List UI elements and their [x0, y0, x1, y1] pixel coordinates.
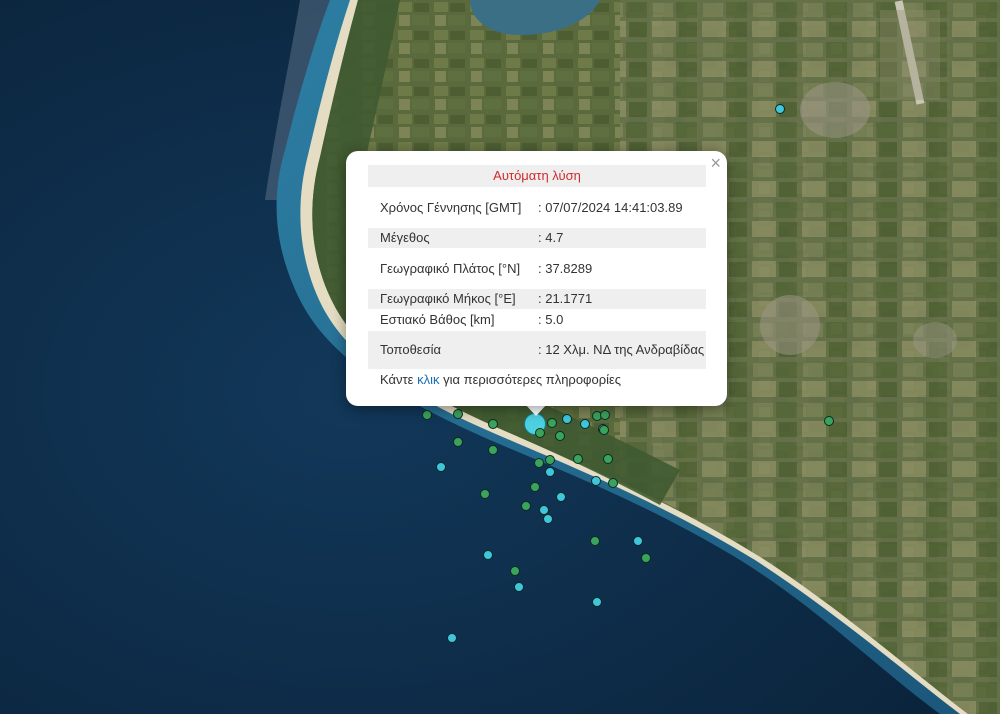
earthquake-marker[interactable]: [510, 566, 520, 576]
earthquake-marker[interactable]: [543, 514, 553, 524]
info-row-origin-time: Χρόνος Γέννησης [GMT] : 07/07/2024 14:41…: [368, 188, 706, 228]
earthquake-marker[interactable]: [422, 410, 432, 420]
earthquake-marker[interactable]: [824, 416, 834, 426]
earthquake-marker[interactable]: [580, 419, 590, 429]
earthquake-marker[interactable]: [534, 458, 544, 468]
info-row-longitude: Γεωγραφικό Μήκος [°E] : 21.1771: [368, 289, 706, 309]
earthquake-marker[interactable]: [562, 414, 572, 424]
popup-title: Αυτόματη λύση: [368, 165, 706, 187]
info-label: Εστιακό Βάθος [km]: [380, 312, 495, 327]
earthquake-marker[interactable]: [599, 425, 609, 435]
earthquake-marker[interactable]: [608, 478, 618, 488]
info-value: : 5.0: [538, 312, 564, 327]
earthquake-marker[interactable]: [556, 492, 566, 502]
earthquake-marker[interactable]: [591, 476, 601, 486]
info-label: Μέγεθος: [380, 230, 430, 245]
info-label: Χρόνος Γέννησης [GMT]: [380, 200, 522, 215]
earthquake-marker[interactable]: [775, 104, 785, 114]
earthquake-marker[interactable]: [521, 501, 531, 511]
earthquake-marker[interactable]: [573, 454, 583, 464]
earthquake-marker[interactable]: [488, 445, 498, 455]
earthquake-marker[interactable]: [545, 455, 555, 465]
info-row-depth: Εστιακό Βάθος [km] : 5.0: [368, 310, 706, 330]
earthquake-info-popup: × Αυτόματη λύση Χρόνος Γέννησης [GMT] : …: [346, 151, 727, 406]
earthquake-marker[interactable]: [641, 553, 651, 563]
info-row-magnitude: Μέγεθος : 4.7: [368, 228, 706, 248]
earthquake-marker[interactable]: [633, 536, 643, 546]
earthquake-marker[interactable]: [453, 409, 463, 419]
info-row-location: Τοποθεσία : 12 Χλμ. ΝΔ της Ανδραβίδας: [368, 331, 706, 369]
earthquake-marker[interactable]: [480, 489, 490, 499]
info-value: : 21.1771: [538, 291, 593, 306]
earthquake-marker[interactable]: [447, 633, 457, 643]
info-row-latitude: Γεωγραφικό Πλάτος [°N] : 37.8289: [368, 249, 706, 289]
earthquake-marker[interactable]: [555, 431, 565, 441]
info-value: : 12 Χλμ. ΝΔ της Ανδραβίδας: [538, 342, 705, 357]
earthquake-marker[interactable]: [488, 419, 498, 429]
info-value: : 4.7: [538, 230, 564, 245]
info-value: : 07/07/2024 14:41:03.89: [538, 200, 683, 215]
close-icon[interactable]: ×: [710, 153, 721, 173]
more-info-prefix: Κάντε: [380, 372, 418, 387]
earthquake-marker[interactable]: [600, 410, 610, 420]
earthquake-marker[interactable]: [592, 597, 602, 607]
info-value: : 37.8289: [538, 261, 593, 276]
earthquake-marker[interactable]: [453, 437, 463, 447]
info-label: Γεωγραφικό Πλάτος [°N]: [380, 261, 521, 276]
earthquake-marker[interactable]: [514, 582, 524, 592]
more-info-text: Κάντε κλικ για περισσότερες πληροφορίες: [368, 372, 706, 387]
earthquake-marker[interactable]: [483, 550, 493, 560]
info-label: Τοποθεσία: [380, 342, 442, 357]
earthquake-marker[interactable]: [545, 467, 555, 477]
more-info-suffix: για περισσότερες πληροφορίες: [439, 372, 622, 387]
earthquake-marker[interactable]: [603, 454, 613, 464]
earthquake-marker[interactable]: [535, 428, 545, 438]
earthquake-marker[interactable]: [590, 536, 600, 546]
earthquake-marker[interactable]: [436, 462, 446, 472]
earthquake-marker[interactable]: [530, 482, 540, 492]
more-info-link[interactable]: κλικ: [417, 372, 439, 387]
earthquake-marker[interactable]: [547, 418, 557, 428]
info-label: Γεωγραφικό Μήκος [°E]: [380, 291, 516, 306]
